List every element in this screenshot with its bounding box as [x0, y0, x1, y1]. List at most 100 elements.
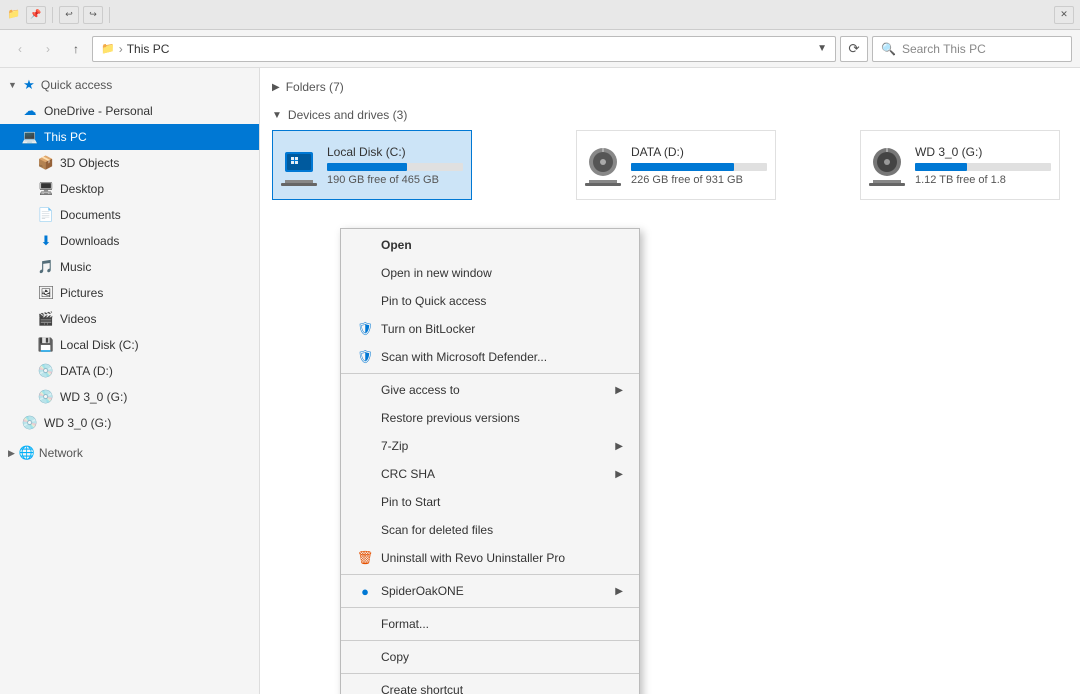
ctx-shortcut-icon [357, 682, 373, 694]
title-bar: 📁 📌 ↩ ↪ ✕ [0, 0, 1080, 30]
ctx-scan-deleted[interactable]: Scan for deleted files [341, 516, 639, 544]
ctx-format-label: Format... [381, 617, 429, 631]
ctx-restore-versions[interactable]: Restore previous versions [341, 404, 639, 432]
address-text: This PC [127, 42, 170, 56]
sidebar-item-wd-g-1[interactable]: 💿 WD 3_0 (G:) [0, 384, 259, 410]
ctx-spider-label: SpiderOakONE [381, 584, 464, 598]
ctx-pin-start-label: Pin to Start [381, 495, 440, 509]
sep [52, 7, 53, 23]
sidebar-label-data-d: DATA (D:) [60, 364, 251, 378]
address-dropdown-btn[interactable]: ▼ [817, 43, 827, 54]
ctx-copy[interactable]: Copy [341, 643, 639, 671]
quick-access-icon: ★ [21, 77, 37, 93]
ctx-revo-icon: 🗑 [357, 550, 373, 566]
back-btn[interactable]: ‹ [8, 37, 32, 61]
sidebar-item-this-pc[interactable]: 💻 This PC [0, 124, 259, 150]
ctx-scan-deleted-icon [357, 522, 373, 538]
redo-btn[interactable]: ↪ [83, 6, 103, 24]
drive-g-name: WD 3_0 (G:) [915, 145, 1051, 159]
sidebar-item-onedrive[interactable]: ☁ OneDrive - Personal [0, 98, 259, 124]
folders-section-header[interactable]: ▶ Folders (7) [272, 76, 1068, 98]
ctx-revo-label: Uninstall with Revo Uninstaller Pro [381, 551, 565, 565]
sidebar-label-local-c: Local Disk (C:) [60, 338, 251, 352]
address-bar[interactable]: 📁 › This PC ▼ [92, 36, 836, 62]
nav-bar: ‹ › ↑ 📁 › This PC ▼ ⟳ 🔍 Search This PC [0, 30, 1080, 68]
sidebar-label-music: Music [60, 260, 251, 274]
sidebar-item-network[interactable]: ▶ 🌐 Network [0, 440, 259, 466]
drive-d-free: 226 GB free of 931 GB [631, 174, 767, 186]
sidebar-label-videos: Videos [60, 312, 251, 326]
ctx-uninstall-revo[interactable]: 🗑 Uninstall with Revo Uninstaller Pro [341, 544, 639, 572]
ctx-pin-start[interactable]: Pin to Start [341, 488, 639, 516]
ctx-create-shortcut[interactable]: Create shortcut [341, 676, 639, 694]
drive-d-bar-bg [631, 163, 767, 171]
sidebar-item-music[interactable]: 🎵 Music [0, 254, 259, 280]
search-icon: 🔍 [881, 42, 896, 56]
up-btn[interactable]: ↑ [64, 37, 88, 61]
drive-c-info: Local Disk (C:) 190 GB free of 465 GB [327, 145, 463, 186]
drive-d-name: DATA (D:) [631, 145, 767, 159]
ctx-open-label: Open [381, 238, 412, 252]
drives-arrow: ▼ [272, 110, 282, 121]
music-icon: 🎵 [38, 259, 54, 275]
ctx-7zip-label: 7-Zip [381, 439, 408, 453]
drive-item-data-d[interactable]: DATA (D:) 226 GB free of 931 GB [576, 130, 776, 200]
ctx-bitlocker-label: Turn on BitLocker [381, 322, 475, 336]
ctx-spideroakone[interactable]: ● SpiderOakONE ▶ [341, 577, 639, 605]
network-expand-icon: ▶ [8, 448, 15, 459]
window-icon: 📁 [6, 7, 22, 23]
ctx-shortcut-label: Create shortcut [381, 683, 463, 694]
ctx-give-access[interactable]: Give access to ▶ [341, 376, 639, 404]
sidebar-item-wd-g-2[interactable]: 💿 WD 3_0 (G:) [0, 410, 259, 436]
ctx-7zip[interactable]: 7-Zip ▶ [341, 432, 639, 460]
ctx-defender[interactable]: 🛡 Scan with Microsoft Defender... [341, 343, 639, 371]
wd-g1-icon: 💿 [38, 389, 54, 405]
ctx-restore-icon [357, 410, 373, 426]
sidebar-item-local-c[interactable]: 💾 Local Disk (C:) [0, 332, 259, 358]
drives-section-header[interactable]: ▼ Devices and drives (3) [272, 104, 1068, 126]
drive-c-bar-bg [327, 163, 463, 171]
sidebar-item-pictures[interactable]: 🖼 Pictures [0, 280, 259, 306]
sidebar-item-data-d[interactable]: 💿 DATA (D:) [0, 358, 259, 384]
ctx-pin-quick-icon [357, 293, 373, 309]
sidebar-item-downloads[interactable]: ⬇ Downloads [0, 228, 259, 254]
ctx-crc-label: CRC SHA [381, 467, 435, 481]
drive-item-local-c[interactable]: Local Disk (C:) 190 GB free of 465 GB [272, 130, 472, 200]
sidebar-label-documents: Documents [60, 208, 251, 222]
ctx-crc-sha[interactable]: CRC SHA ▶ [341, 460, 639, 488]
network-icon: 🌐 [19, 445, 35, 461]
sidebar-item-documents[interactable]: 📄 Documents [0, 202, 259, 228]
drive-g-free: 1.12 TB free of 1.8 [915, 174, 1051, 186]
sidebar-item-3d-objects[interactable]: 📦 3D Objects [0, 150, 259, 176]
ctx-give-access-label: Give access to [381, 383, 460, 397]
ctx-format-icon [357, 616, 373, 632]
address-sep: › [119, 42, 123, 56]
sidebar-item-desktop[interactable]: 🖥 Desktop [0, 176, 259, 202]
ctx-copy-icon [357, 649, 373, 665]
this-pc-icon: 💻 [22, 129, 38, 145]
ctx-open-new-window[interactable]: Open in new window [341, 259, 639, 287]
ctx-format[interactable]: Format... [341, 610, 639, 638]
refresh-btn[interactable]: ⟳ [840, 36, 868, 62]
drive-item-wd-g[interactable]: WD 3_0 (G:) 1.12 TB free of 1.8 [860, 130, 1060, 200]
pin-btn[interactable]: 📌 [26, 6, 46, 24]
drive-d-bar-fill [631, 163, 734, 171]
expand-icon: ▼ [8, 80, 17, 90]
ctx-give-access-arrow: ▶ [615, 385, 623, 396]
close-btn[interactable]: ✕ [1054, 6, 1074, 24]
search-bar[interactable]: 🔍 Search This PC [872, 36, 1072, 62]
ctx-open[interactable]: Open [341, 231, 639, 259]
ctx-pin-quick-access[interactable]: Pin to Quick access [341, 287, 639, 315]
drive-g-info: WD 3_0 (G:) 1.12 TB free of 1.8 [915, 145, 1051, 186]
drive-base-g [869, 180, 905, 186]
sidebar-item-videos[interactable]: 🎬 Videos [0, 306, 259, 332]
ctx-restore-label: Restore previous versions [381, 411, 520, 425]
ctx-bitlocker[interactable]: 🛡 Turn on BitLocker [341, 315, 639, 343]
forward-btn[interactable]: › [36, 37, 60, 61]
undo-btn[interactable]: ↩ [59, 6, 79, 24]
content-area: ▶ Folders (7) ▼ Devices and drives (3) [260, 68, 1080, 694]
drive-c-name: Local Disk (C:) [327, 145, 463, 159]
ctx-sep3 [341, 607, 639, 608]
sidebar-item-quick-access[interactable]: ▼ ★ Quick access [0, 72, 259, 98]
ctx-open-new-label: Open in new window [381, 266, 492, 280]
